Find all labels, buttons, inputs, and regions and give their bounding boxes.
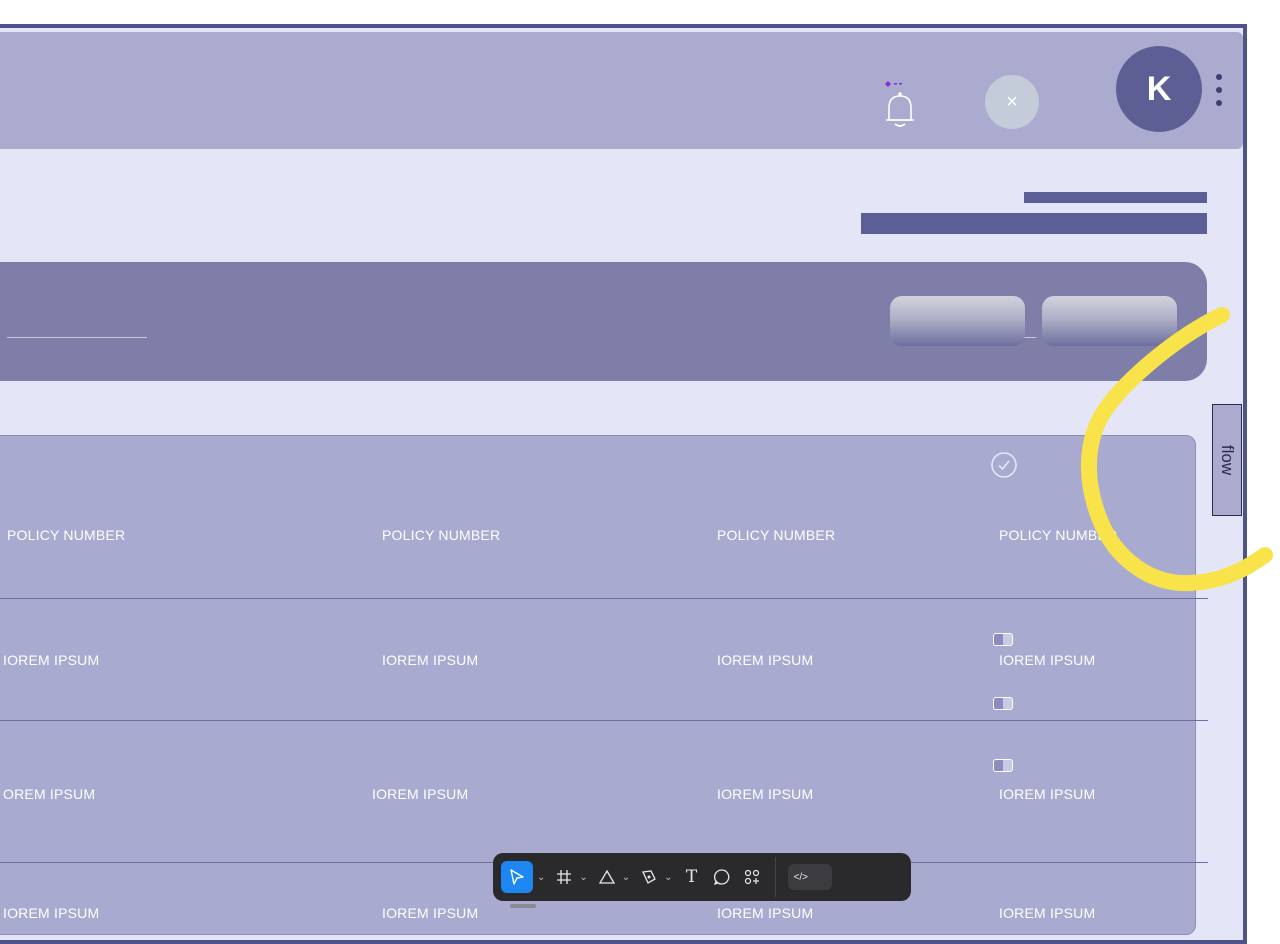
chevron-down-icon[interactable]: ⌄ <box>622 872 630 883</box>
table-cell: IOREM IPSUM <box>382 652 479 668</box>
filter-action-button-2[interactable] <box>1042 296 1177 346</box>
chevron-down-icon[interactable]: ⌄ <box>579 872 587 883</box>
filter-action-button-1[interactable] <box>890 296 1025 346</box>
shape-tool-icon[interactable] <box>596 861 618 893</box>
table-cell: IOREM IPSUM <box>999 786 1096 802</box>
flow-tab-label: flow <box>1218 444 1237 476</box>
avatar-letter: K <box>1146 69 1172 108</box>
row-divider <box>0 720 1208 721</box>
avatar[interactable]: K <box>1116 46 1202 132</box>
design-toolbar: ⌄ ⌄ ⌄ ⌄ T </> <box>493 853 911 901</box>
comment-tool-icon[interactable] <box>711 861 733 893</box>
frame-tool-icon[interactable] <box>553 861 575 893</box>
column-header[interactable]: POLICY NUMBER <box>717 527 835 543</box>
more-options-icon[interactable] <box>1212 72 1226 108</box>
move-tool-icon[interactable] <box>501 861 533 893</box>
table-cell: IOREM IPSUM <box>717 786 814 802</box>
column-header[interactable]: POLICY NUMBER <box>999 527 1117 543</box>
table-cell: IOREM IPSUM <box>372 786 469 802</box>
toolbar-divider <box>774 857 776 897</box>
title-placeholder <box>861 213 1207 234</box>
code-icon: </> <box>793 871 809 883</box>
filter-panel <box>0 262 1207 381</box>
top-header <box>0 32 1243 149</box>
table-cell: IOREM IPSUM <box>3 652 100 668</box>
column-header[interactable]: POLICY NUMBER <box>7 527 125 543</box>
table-cell: IOREM IPSUM <box>999 652 1096 668</box>
text-tool-icon[interactable]: T <box>681 861 703 893</box>
table-cell: IOREM IPSUM <box>717 905 814 921</box>
table-cell: IOREM IPSUM <box>3 905 100 921</box>
row-toggle-icon[interactable] <box>993 697 1013 710</box>
close-button[interactable]: × <box>985 75 1039 129</box>
table-cell: IOREM IPSUM <box>999 905 1096 921</box>
actions-tool-icon[interactable] <box>741 861 763 893</box>
filter-input-1[interactable] <box>7 337 147 338</box>
row-divider <box>0 598 1208 599</box>
table-cell: OREM IPSUM <box>3 786 96 802</box>
chevron-down-icon[interactable]: ⌄ <box>537 872 545 883</box>
table-cell: IOREM IPSUM <box>717 652 814 668</box>
dev-mode-toggle[interactable]: </> <box>787 864 832 890</box>
flow-side-tab[interactable]: flow <box>1212 404 1242 516</box>
close-icon: × <box>1006 90 1018 113</box>
notification-bell-icon[interactable] <box>884 80 916 132</box>
toolbar-drag-handle[interactable] <box>510 904 536 908</box>
column-header[interactable]: POLICY NUMBER <box>382 527 500 543</box>
row-toggle-icon[interactable] <box>993 759 1013 772</box>
subtitle-placeholder <box>1024 192 1207 203</box>
row-toggle-icon[interactable] <box>993 633 1013 646</box>
pen-tool-icon[interactable] <box>638 861 660 893</box>
chevron-down-icon[interactable]: ⌄ <box>664 872 672 883</box>
table-cell: IOREM IPSUM <box>382 905 479 921</box>
check-circle-icon[interactable] <box>990 451 1018 479</box>
